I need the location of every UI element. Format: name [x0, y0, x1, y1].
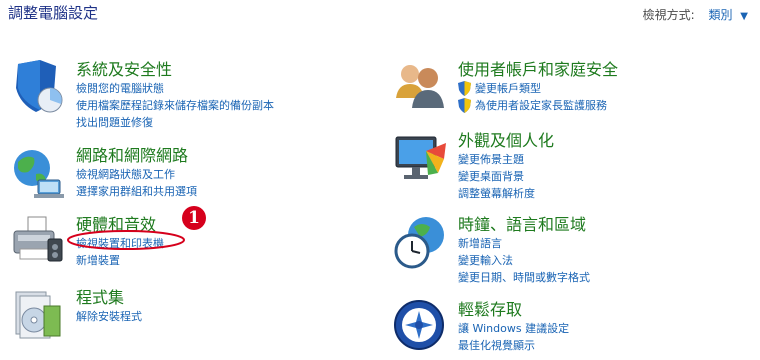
link-add-device[interactable]: 新增裝置 [76, 252, 164, 269]
page-title: 調整電腦設定 [8, 4, 99, 22]
view-by-label: 檢視方式: [642, 8, 695, 22]
link-change-background[interactable]: 變更桌面背景 [458, 168, 535, 185]
view-mode-dropdown[interactable]: 類別 [708, 8, 732, 22]
highlight-ellipse [67, 230, 185, 250]
personalization-monitor-icon[interactable] [392, 129, 450, 187]
clock-globe-icon[interactable] [392, 213, 450, 271]
network-globe-icon[interactable] [10, 144, 68, 202]
category-heading-clock[interactable]: 時鐘、語言和區域 [458, 211, 586, 235]
category-heading-ease[interactable]: 輕鬆存取 [458, 296, 522, 320]
ease-of-access-icon[interactable] [392, 298, 450, 356]
link-change-account-type[interactable]: 變更帳戶類型 [475, 80, 541, 97]
link-change-theme[interactable]: 變更佈景主題 [458, 151, 535, 168]
category-heading-user-accounts[interactable]: 使用者帳戶和家庭安全 [458, 56, 618, 80]
link-homegroup[interactable]: 選擇家用群組和共用選項 [76, 183, 197, 200]
uac-shield-icon [458, 98, 471, 113]
link-change-input[interactable]: 變更輸入法 [458, 252, 590, 269]
link-windows-suggest[interactable]: 讓 Windows 建議設定 [458, 320, 569, 337]
security-shield-icon[interactable] [10, 58, 68, 116]
link-uninstall-program[interactable]: 解除安裝程式 [76, 308, 142, 325]
category-heading-programs[interactable]: 程式集 [76, 284, 124, 308]
category-heading-system-security[interactable]: 系統及安全性 [76, 56, 172, 80]
link-add-language[interactable]: 新增語言 [458, 235, 590, 252]
link-date-time-format[interactable]: 變更日期、時間或數字格式 [458, 269, 590, 286]
view-by: 檢視方式: 類別 ▼ [643, 6, 748, 23]
link-network-status[interactable]: 檢視網路狀態及工作 [76, 166, 197, 183]
annotation-number-badge: 1 [182, 206, 206, 230]
chevron-down-icon[interactable]: ▼ [740, 11, 748, 22]
printer-icon[interactable] [10, 213, 68, 271]
link-parental-controls[interactable]: 為使用者設定家長監護服務 [475, 97, 607, 114]
users-icon[interactable] [392, 58, 450, 116]
programs-disc-icon[interactable] [10, 286, 68, 344]
link-optimize-display[interactable]: 最佳化視覺顯示 [458, 337, 569, 354]
link-troubleshoot[interactable]: 找出問題並修復 [76, 114, 274, 131]
link-review-status[interactable]: 檢閱您的電腦狀態 [76, 80, 274, 97]
link-file-history[interactable]: 使用檔案歷程記錄來儲存檔案的備份副本 [76, 97, 274, 114]
link-screen-resolution[interactable]: 調整螢幕解析度 [458, 185, 535, 202]
uac-shield-icon [458, 81, 471, 96]
category-heading-appearance[interactable]: 外觀及個人化 [458, 127, 554, 151]
category-heading-network[interactable]: 網路和網際網路 [76, 142, 188, 166]
